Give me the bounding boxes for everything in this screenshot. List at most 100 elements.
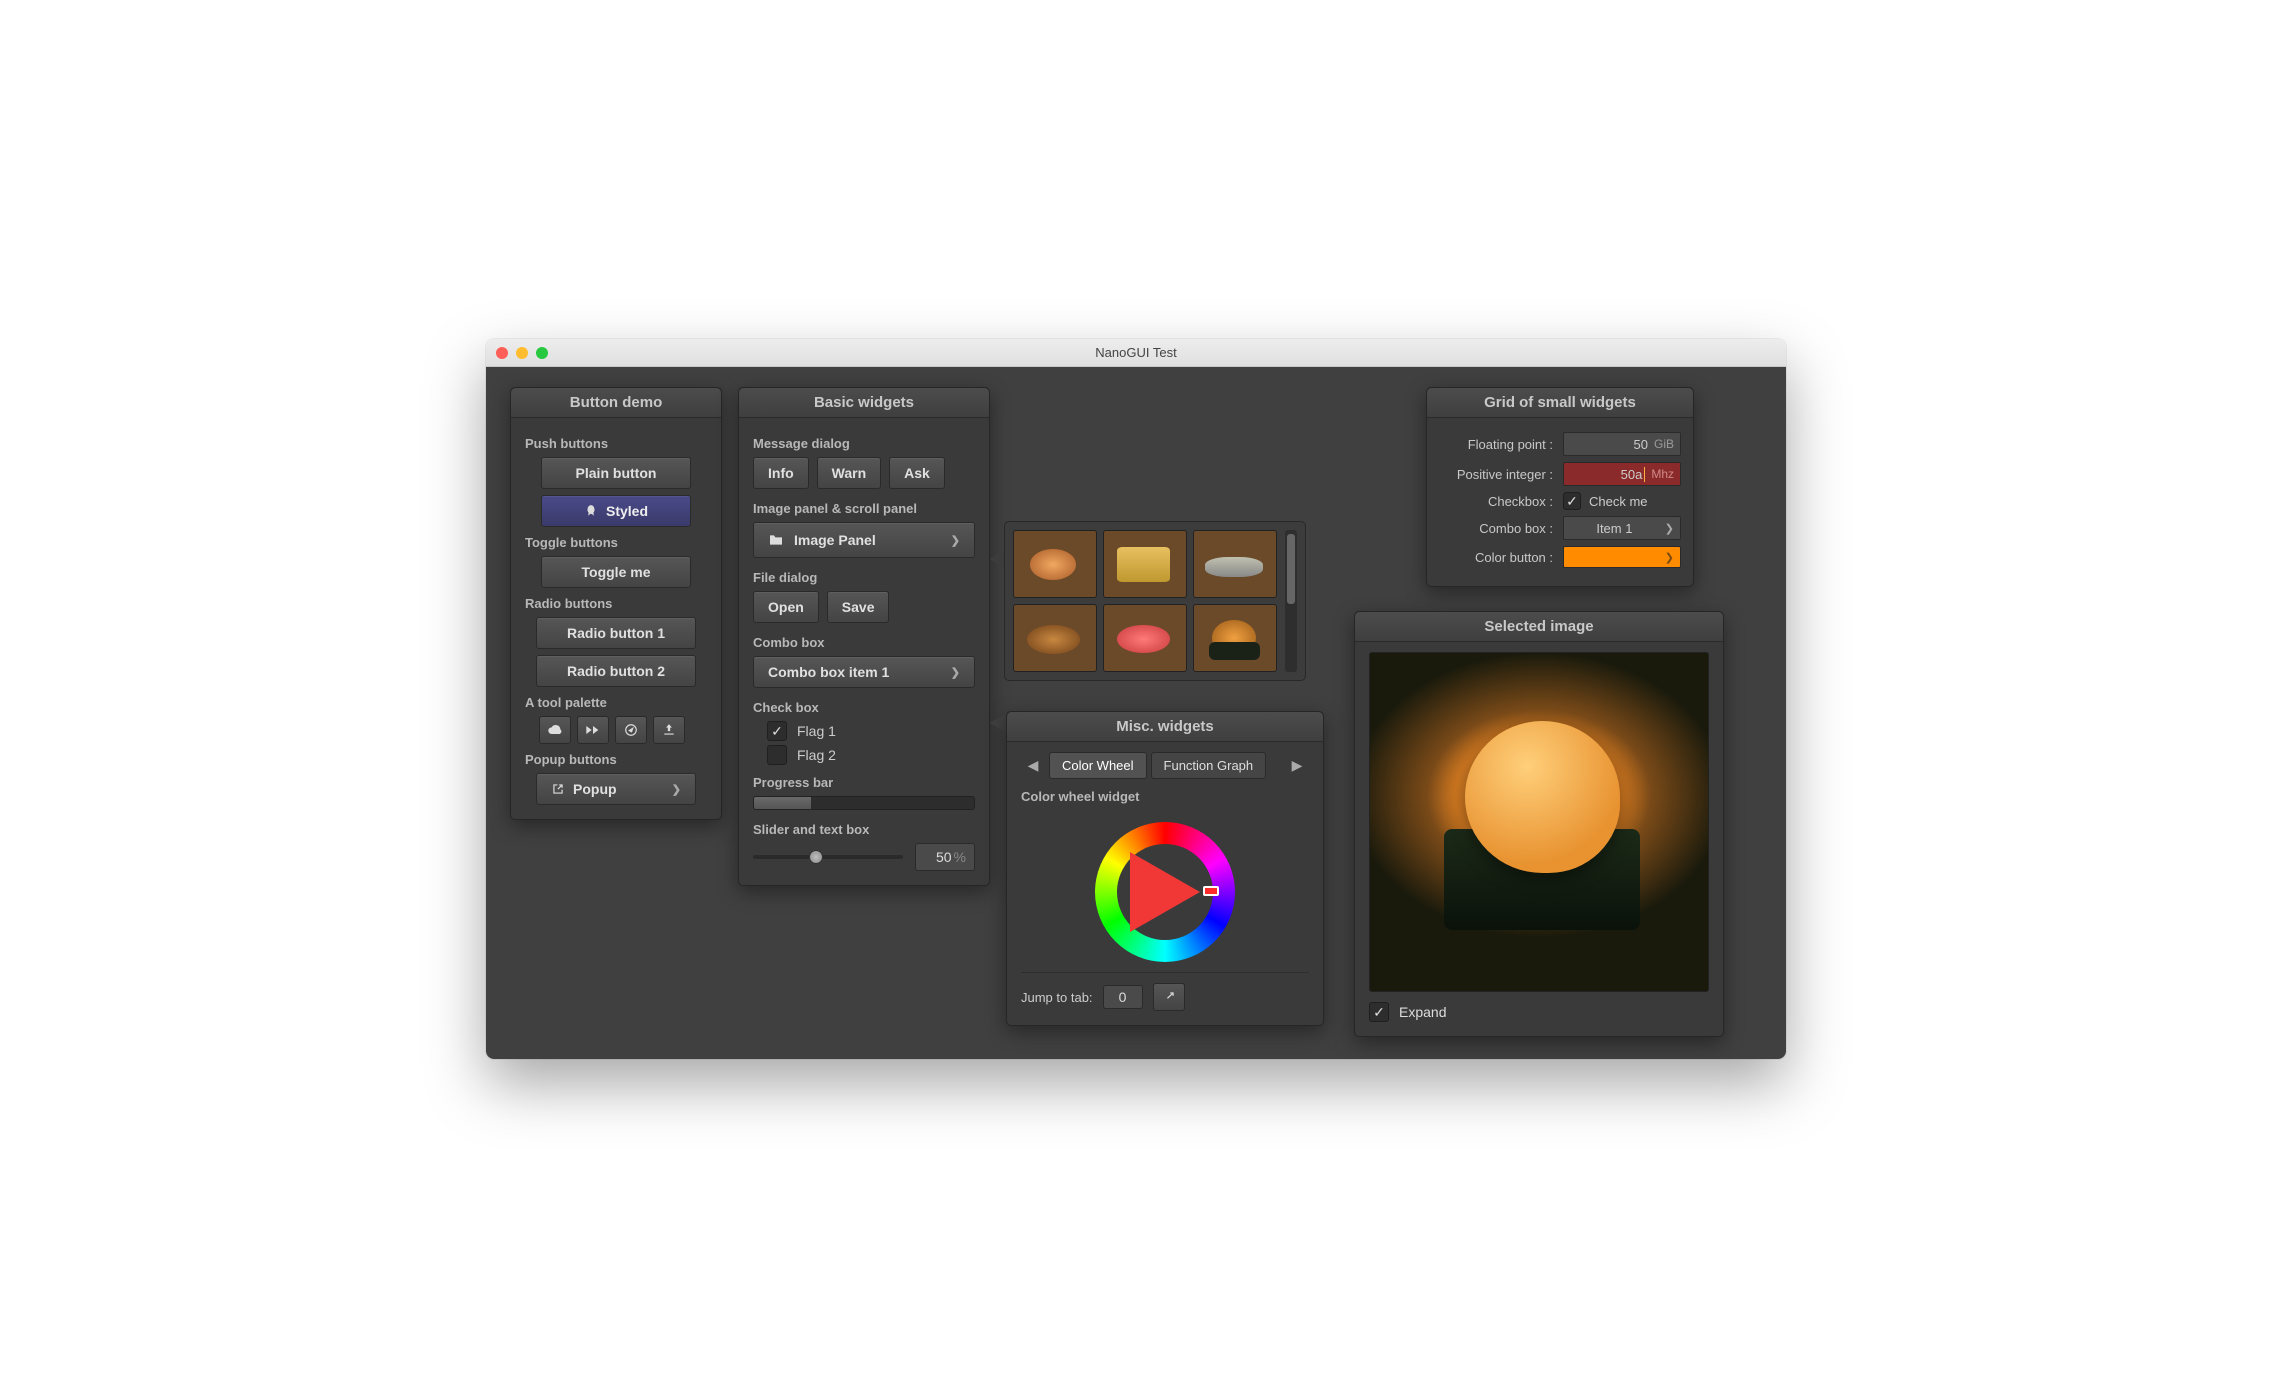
tab-prev-button[interactable]: ◀ xyxy=(1021,754,1045,778)
chevron-right-icon: ❯ xyxy=(1665,522,1674,535)
int-input[interactable]: 50aMhz xyxy=(1563,462,1681,486)
uni-shape xyxy=(1465,721,1620,873)
combo-box[interactable]: Combo box item 1 ❯ xyxy=(753,656,975,688)
close-icon[interactable] xyxy=(496,347,508,359)
styled-button[interactable]: Styled xyxy=(541,495,691,527)
app-body: Button demo Push buttons Plain button St… xyxy=(486,367,1786,1059)
grid-combo[interactable]: Item 1 ❯ xyxy=(1563,516,1681,540)
jump-input[interactable]: 0 xyxy=(1103,985,1143,1009)
tab-color-wheel[interactable]: Color Wheel xyxy=(1049,752,1147,779)
checkbox-flag1[interactable] xyxy=(767,721,787,741)
image-thumb[interactable] xyxy=(1193,604,1277,672)
popup-button-label: Popup xyxy=(573,781,617,797)
scrollbar-thumb[interactable] xyxy=(1287,534,1295,604)
combo-value: Combo box item 1 xyxy=(768,664,889,680)
info-button[interactable]: Info xyxy=(753,457,809,489)
panel-title[interactable]: Basic widgets xyxy=(739,388,989,418)
image-thumb[interactable] xyxy=(1193,530,1277,598)
chevron-right-icon: ❯ xyxy=(672,783,681,796)
int-label: Positive integer : xyxy=(1439,467,1553,482)
label-push-buttons: Push buttons xyxy=(525,436,707,451)
jump-go-button[interactable] xyxy=(1153,983,1185,1011)
app-window: NanoGUI Test Button demo Push buttons Pl… xyxy=(486,339,1786,1059)
popup-button[interactable]: Popup ❯ xyxy=(536,773,696,805)
image-panel-button[interactable]: Image Panel ❯ xyxy=(753,522,975,558)
flag1-label: Flag 1 xyxy=(797,723,836,739)
tab-function-graph[interactable]: Function Graph xyxy=(1151,752,1267,779)
slider[interactable] xyxy=(753,855,903,859)
float-unit: GiB xyxy=(1654,437,1674,451)
color-handle[interactable] xyxy=(1203,886,1219,896)
label-file-dialog: File dialog xyxy=(753,570,975,585)
toggle-button[interactable]: Toggle me xyxy=(541,556,691,588)
panel-selected-image[interactable]: Selected image Expand xyxy=(1354,611,1724,1037)
color-form-label: Color button : xyxy=(1439,550,1553,565)
panel-basic-widgets[interactable]: Basic widgets Message dialog Info Warn A… xyxy=(738,387,990,886)
label-check-box: Check box xyxy=(753,700,975,715)
chevron-right-icon: ❯ xyxy=(951,534,960,547)
image-thumb[interactable] xyxy=(1013,604,1097,672)
float-input[interactable]: 50 GiB xyxy=(1563,432,1681,456)
radio-button-1[interactable]: Radio button 1 xyxy=(536,617,696,649)
rocket-icon xyxy=(584,504,598,518)
tool-cloud-button[interactable] xyxy=(539,716,571,744)
panel-button-demo[interactable]: Button demo Push buttons Plain button St… xyxy=(510,387,722,820)
slider-value: 50 xyxy=(936,849,952,865)
zoom-icon[interactable] xyxy=(536,347,548,359)
label-toggle-buttons: Toggle buttons xyxy=(525,535,707,550)
image-thumb[interactable] xyxy=(1103,530,1187,598)
panel-title[interactable]: Selected image xyxy=(1355,612,1723,642)
image-grid xyxy=(1013,530,1277,672)
tab-next-button[interactable]: ▶ xyxy=(1285,754,1309,778)
slider-textbox[interactable]: 50% xyxy=(915,843,975,871)
install-icon xyxy=(662,723,676,737)
image-panel-popup xyxy=(1004,521,1306,681)
panel-misc-widgets[interactable]: Misc. widgets ◀ Color Wheel Function Gra… xyxy=(1006,711,1324,1026)
warn-button[interactable]: Warn xyxy=(817,457,881,489)
panel-grid-widgets[interactable]: Grid of small widgets Floating point : 5… xyxy=(1426,387,1694,587)
tab-bar: ◀ Color Wheel Function Graph ▶ xyxy=(1021,752,1309,779)
label-popup-buttons: Popup buttons xyxy=(525,752,707,767)
panel-title[interactable]: Button demo xyxy=(511,388,721,418)
traffic-lights xyxy=(496,347,548,359)
fast-forward-icon xyxy=(585,724,601,736)
label-color-wheel: Color wheel widget xyxy=(1021,789,1309,804)
label-tool-palette: A tool palette xyxy=(525,695,707,710)
grid-combo-value: Item 1 xyxy=(1570,521,1659,536)
label-slider: Slider and text box xyxy=(753,822,975,837)
slider-knob[interactable] xyxy=(809,850,823,864)
share-icon xyxy=(1162,990,1176,1004)
image-panel-label: Image Panel xyxy=(794,532,876,548)
tool-ff-button[interactable] xyxy=(577,716,609,744)
panel-title[interactable]: Misc. widgets xyxy=(1007,712,1323,742)
checkbox-flag2[interactable] xyxy=(767,745,787,765)
image-thumb[interactable] xyxy=(1013,530,1097,598)
float-value: 50 xyxy=(1634,437,1648,452)
minimize-icon[interactable] xyxy=(516,347,528,359)
cloud-icon xyxy=(547,724,563,736)
scrollbar[interactable] xyxy=(1285,530,1297,672)
int-value: 50a xyxy=(1621,467,1646,482)
save-button[interactable]: Save xyxy=(827,591,890,623)
image-thumb[interactable] xyxy=(1103,604,1187,672)
tool-install-button[interactable] xyxy=(653,716,685,744)
color-wheel[interactable] xyxy=(1095,822,1235,962)
radio-button-2[interactable]: Radio button 2 xyxy=(536,655,696,687)
titlebar[interactable]: NanoGUI Test xyxy=(486,339,1786,367)
color-triangle[interactable] xyxy=(1130,852,1200,932)
expand-checkbox[interactable] xyxy=(1369,1002,1389,1022)
label-image-panel: Image panel & scroll panel xyxy=(753,501,975,516)
label-combo-box: Combo box xyxy=(753,635,975,650)
selected-image[interactable] xyxy=(1369,652,1709,992)
panel-title[interactable]: Grid of small widgets xyxy=(1427,388,1693,418)
ask-button[interactable]: Ask xyxy=(889,457,945,489)
float-label: Floating point : xyxy=(1439,437,1553,452)
plain-button[interactable]: Plain button xyxy=(541,457,691,489)
grid-checkbox[interactable] xyxy=(1563,492,1581,510)
styled-button-label: Styled xyxy=(606,503,648,519)
arrow-left-icon: ◀ xyxy=(1028,757,1039,773)
folder-icon xyxy=(768,533,784,547)
open-button[interactable]: Open xyxy=(753,591,819,623)
color-button[interactable]: ❯ xyxy=(1563,546,1681,568)
tool-compass-button[interactable] xyxy=(615,716,647,744)
